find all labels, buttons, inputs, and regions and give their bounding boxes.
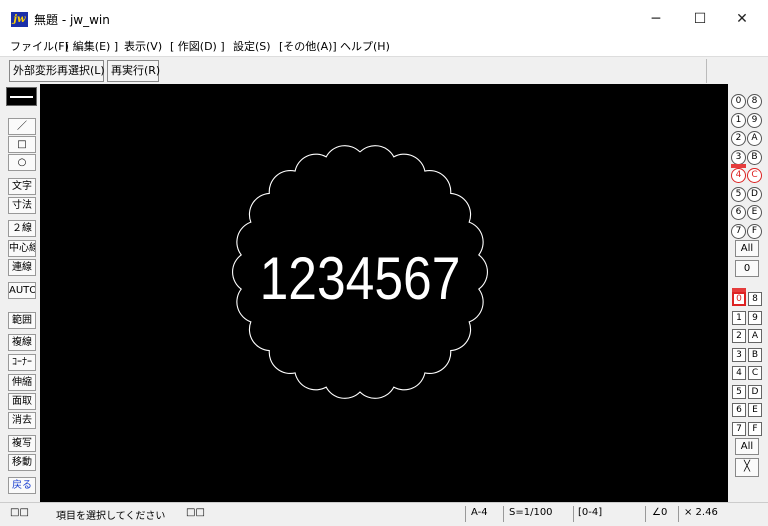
tool-move[interactable]: 移動 (8, 454, 36, 471)
menu-view[interactable]: 表示(V) (124, 38, 162, 54)
layer-button[interactable]: 7 (732, 421, 746, 436)
tool-dimension[interactable]: 寸法 (8, 197, 36, 214)
menu-edit[interactable]: [ 編集(E) ] (65, 38, 118, 54)
layer-button[interactable]: E (748, 403, 762, 417)
line-style-indicator[interactable] (6, 87, 37, 106)
layer-button[interactable]: 3 (732, 347, 746, 362)
menu-settings[interactable]: 設定(S) (233, 38, 271, 54)
tool-stretch[interactable]: 伸縮 (8, 374, 36, 391)
status-bar: □□ 項目を選択してください □□ A-4 S=1/100 [0-4] ∠0 ×… (0, 502, 768, 526)
layer-button[interactable]: C (748, 366, 762, 380)
status-zoom[interactable]: × 2.46 (684, 507, 718, 518)
status-divider (503, 506, 504, 522)
layer-group-button[interactable]: 9 (747, 112, 762, 128)
tool-rectangle[interactable]: □ (8, 136, 36, 153)
left-tool-palette: ／ □ ○ 文字 寸法 ２線 中心線 連線 AUTO 範囲 複線 ｺｰﾅｰ 伸縮… (0, 84, 40, 502)
layer-group-button[interactable]: 6 (731, 205, 746, 220)
active-layer-group-marker (731, 164, 746, 168)
menu-other[interactable]: [その他(A)] (279, 38, 337, 54)
jw-app-icon: jw (11, 12, 28, 27)
layer-button[interactable]: 9 (748, 310, 762, 325)
layer-group-button[interactable]: A (747, 131, 762, 146)
minimize-button[interactable]: ─ (634, 4, 678, 34)
layer-button[interactable]: F (748, 421, 762, 436)
layer-group-button[interactable]: F (747, 223, 762, 239)
layer-button[interactable]: B (748, 347, 762, 362)
menu-help[interactable]: ヘルプ(H) (340, 38, 390, 54)
tool-range[interactable]: 範囲 (8, 312, 36, 329)
tool-center-line[interactable]: 中心線 (8, 240, 36, 257)
layer-group-button[interactable]: 0 (731, 94, 746, 109)
layer-group-button[interactable]: 1 (731, 112, 746, 128)
layer-button[interactable]: 2 (732, 329, 746, 343)
status-layer[interactable]: [0-4] (578, 507, 602, 518)
tool-circle[interactable]: ○ (8, 154, 36, 171)
tool-erase[interactable]: 消去 (8, 412, 36, 429)
status-scale[interactable]: S=1/100 (509, 507, 553, 518)
line-style-sample (10, 96, 33, 98)
layer-button[interactable]: 0 (732, 292, 746, 306)
layer-group-button[interactable]: B (747, 149, 762, 165)
layer-all-button[interactable]: All (735, 438, 759, 455)
layer-button[interactable]: A (748, 329, 762, 343)
layer-group-button[interactable]: 5 (731, 186, 746, 202)
tool-undo[interactable]: 戻る (8, 477, 36, 494)
layer-group-button[interactable]: 8 (747, 94, 762, 109)
active-layer-marker (732, 288, 746, 292)
status-left-icons[interactable]: □□ (10, 507, 29, 518)
menu-file[interactable]: ファイル(F) (10, 38, 69, 54)
redo-button[interactable]: 再実行(R) (107, 60, 160, 82)
layer-group-button[interactable]: 3 (731, 149, 746, 165)
tool-line[interactable]: ／ (8, 118, 36, 135)
layer-group-button[interactable]: E (747, 205, 762, 220)
menu-draw[interactable]: [ 作図(D) ] (170, 38, 225, 54)
tool-chamfer[interactable]: 面取 (8, 393, 36, 410)
layer-group-zero-button[interactable]: 0 (735, 260, 759, 277)
toolbar: 外部変形再選択(L) 再実行(R) (0, 56, 768, 85)
tool-text[interactable]: 文字 (8, 178, 36, 195)
drawing-canvas[interactable]: 1234567 (40, 84, 728, 502)
layer-group-button[interactable]: C (747, 168, 762, 183)
canvas-number-text[interactable]: 1234567 (260, 244, 461, 312)
layer-palette: 08192A3B4C5D6E7F All 0 08192A3B4C5D6E7F … (728, 84, 768, 502)
layer-button[interactable]: 6 (732, 403, 746, 417)
layer-button[interactable]: 1 (732, 310, 746, 325)
tool-double-line[interactable]: ２線 (8, 220, 36, 237)
status-angle[interactable]: ∠0 (652, 507, 667, 518)
layer-group-button[interactable]: 2 (731, 131, 746, 146)
tool-offset-line[interactable]: 複線 (8, 334, 36, 351)
layer-group-all-button[interactable]: All (735, 240, 759, 257)
layer-group-button[interactable]: D (747, 186, 762, 202)
canvas-drawing: 1234567 (232, 145, 488, 399)
status-paper-size[interactable]: A-4 (471, 507, 488, 518)
layer-button[interactable]: D (748, 384, 762, 399)
status-message: 項目を選択してください (56, 511, 166, 522)
status-divider (465, 506, 466, 522)
window-title: 無題 - jw_win (34, 13, 110, 27)
status-divider (645, 506, 646, 522)
tool-auto[interactable]: AUTO (8, 282, 36, 299)
status-mid-icons[interactable]: □□ (186, 507, 205, 518)
maximize-button[interactable]: ☐ (678, 4, 722, 34)
layer-group-button[interactable]: 4 (731, 168, 746, 183)
layer-group-button[interactable]: 7 (731, 223, 746, 239)
tool-corner[interactable]: ｺｰﾅｰ (8, 354, 36, 371)
layer-button[interactable]: 5 (732, 384, 746, 399)
status-divider (573, 506, 574, 522)
layer-button[interactable]: 8 (748, 292, 762, 306)
status-divider (678, 506, 679, 522)
close-button[interactable]: ✕ (720, 4, 764, 34)
layer-button[interactable]: 4 (732, 366, 746, 380)
menu-bar: ファイル(F) [ 編集(E) ] 表示(V) [ 作図(D) ] 設定(S) … (0, 36, 768, 56)
toolbar-divider (706, 59, 707, 83)
reselect-external-transform-button[interactable]: 外部変形再選択(L) (9, 60, 105, 82)
tool-continuous-line[interactable]: 連線 (8, 259, 36, 276)
tool-copy[interactable]: 複写 (8, 435, 36, 452)
layer-cross-icon[interactable]: ╳ (735, 458, 759, 477)
title-bar: jw 無題 - jw_win ─ ☐ ✕ (0, 0, 768, 36)
